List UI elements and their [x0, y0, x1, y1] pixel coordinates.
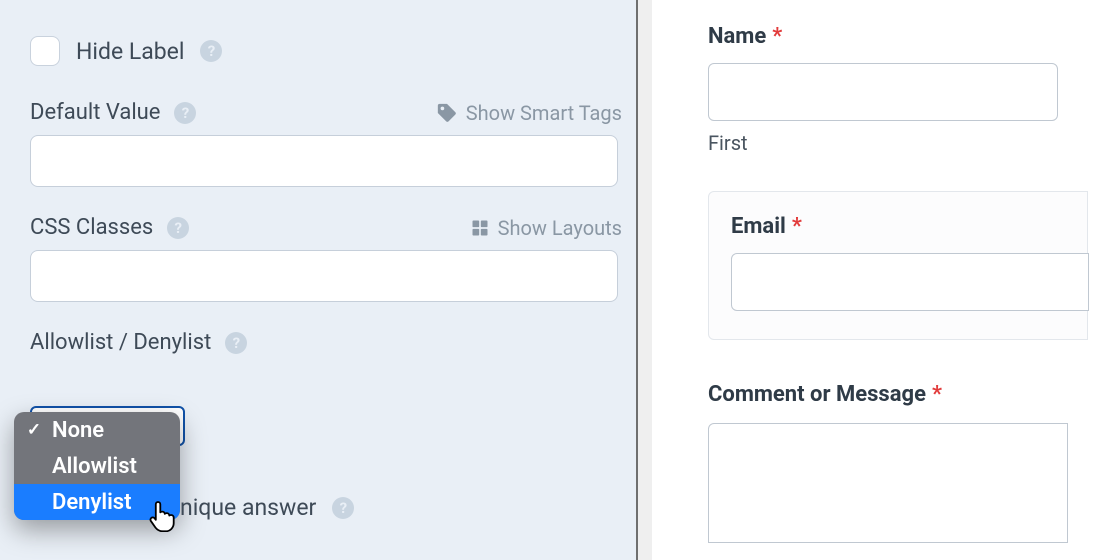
unique-answer-row: nique answer ?	[180, 494, 354, 521]
show-smart-tags-link[interactable]: Show Smart Tags	[436, 101, 622, 125]
dropdown-option-label: Denylist	[52, 490, 132, 515]
help-icon[interactable]: ?	[200, 40, 222, 62]
comment-field-block: Comment or Message *	[708, 382, 1116, 543]
comment-textarea[interactable]	[708, 423, 1068, 543]
check-icon: ✓	[26, 422, 42, 439]
name-first-input[interactable]	[708, 63, 1058, 121]
dropdown-option-allowlist[interactable]: Allowlist	[14, 448, 180, 484]
allowlist-denylist-row: Allowlist / Denylist ?	[30, 330, 622, 355]
default-value-row: Default Value ? Show Smart Tags	[30, 100, 622, 187]
unique-answer-label-fragment: nique answer	[180, 494, 316, 521]
comment-field-label: Comment or Message	[708, 382, 926, 407]
dropdown-option-label: Allowlist	[52, 454, 137, 479]
field-settings-panel: Hide Label ? Default Value ? Show Smart …	[0, 0, 652, 560]
default-value-input[interactable]	[30, 135, 618, 187]
dropdown-option-label: None	[52, 418, 104, 443]
hide-label-checkbox[interactable]	[30, 36, 60, 66]
dropdown-option-none[interactable]: ✓ None	[14, 412, 180, 448]
css-classes-input[interactable]	[30, 250, 618, 302]
required-star-icon: *	[792, 214, 802, 239]
name-field-label: Name	[708, 24, 766, 49]
help-icon[interactable]: ?	[167, 217, 189, 239]
hide-label-row: Hide Label ?	[30, 36, 622, 66]
required-star-icon: *	[772, 24, 782, 49]
panel-scrollbar[interactable]	[636, 0, 652, 560]
help-icon[interactable]: ?	[174, 102, 196, 124]
help-icon[interactable]: ?	[225, 332, 247, 354]
allowlist-denylist-label: Allowlist / Denylist	[30, 330, 211, 355]
form-preview-panel: Name * First Email * Comment or Message …	[652, 0, 1116, 560]
grid-icon	[470, 218, 490, 238]
name-first-sublabel: First	[708, 131, 1116, 155]
css-classes-row: CSS Classes ? Show Layouts	[30, 215, 622, 302]
help-icon[interactable]: ?	[332, 497, 354, 519]
allowlist-denylist-dropdown[interactable]: ✓ None Allowlist Denylist	[14, 412, 180, 520]
email-field-block[interactable]: Email *	[708, 191, 1088, 340]
show-layouts-link[interactable]: Show Layouts	[470, 216, 622, 240]
hide-label-text: Hide Label	[76, 38, 184, 65]
default-value-label: Default Value	[30, 100, 160, 125]
show-smart-tags-text: Show Smart Tags	[466, 101, 622, 125]
show-layouts-text: Show Layouts	[498, 216, 622, 240]
name-field-block: Name * First	[708, 24, 1116, 155]
dropdown-option-denylist[interactable]: Denylist	[14, 484, 180, 520]
email-field-label: Email	[731, 214, 786, 239]
email-input[interactable]	[731, 253, 1089, 311]
tag-icon	[436, 102, 458, 124]
css-classes-label: CSS Classes	[30, 215, 153, 240]
required-star-icon: *	[932, 382, 942, 407]
